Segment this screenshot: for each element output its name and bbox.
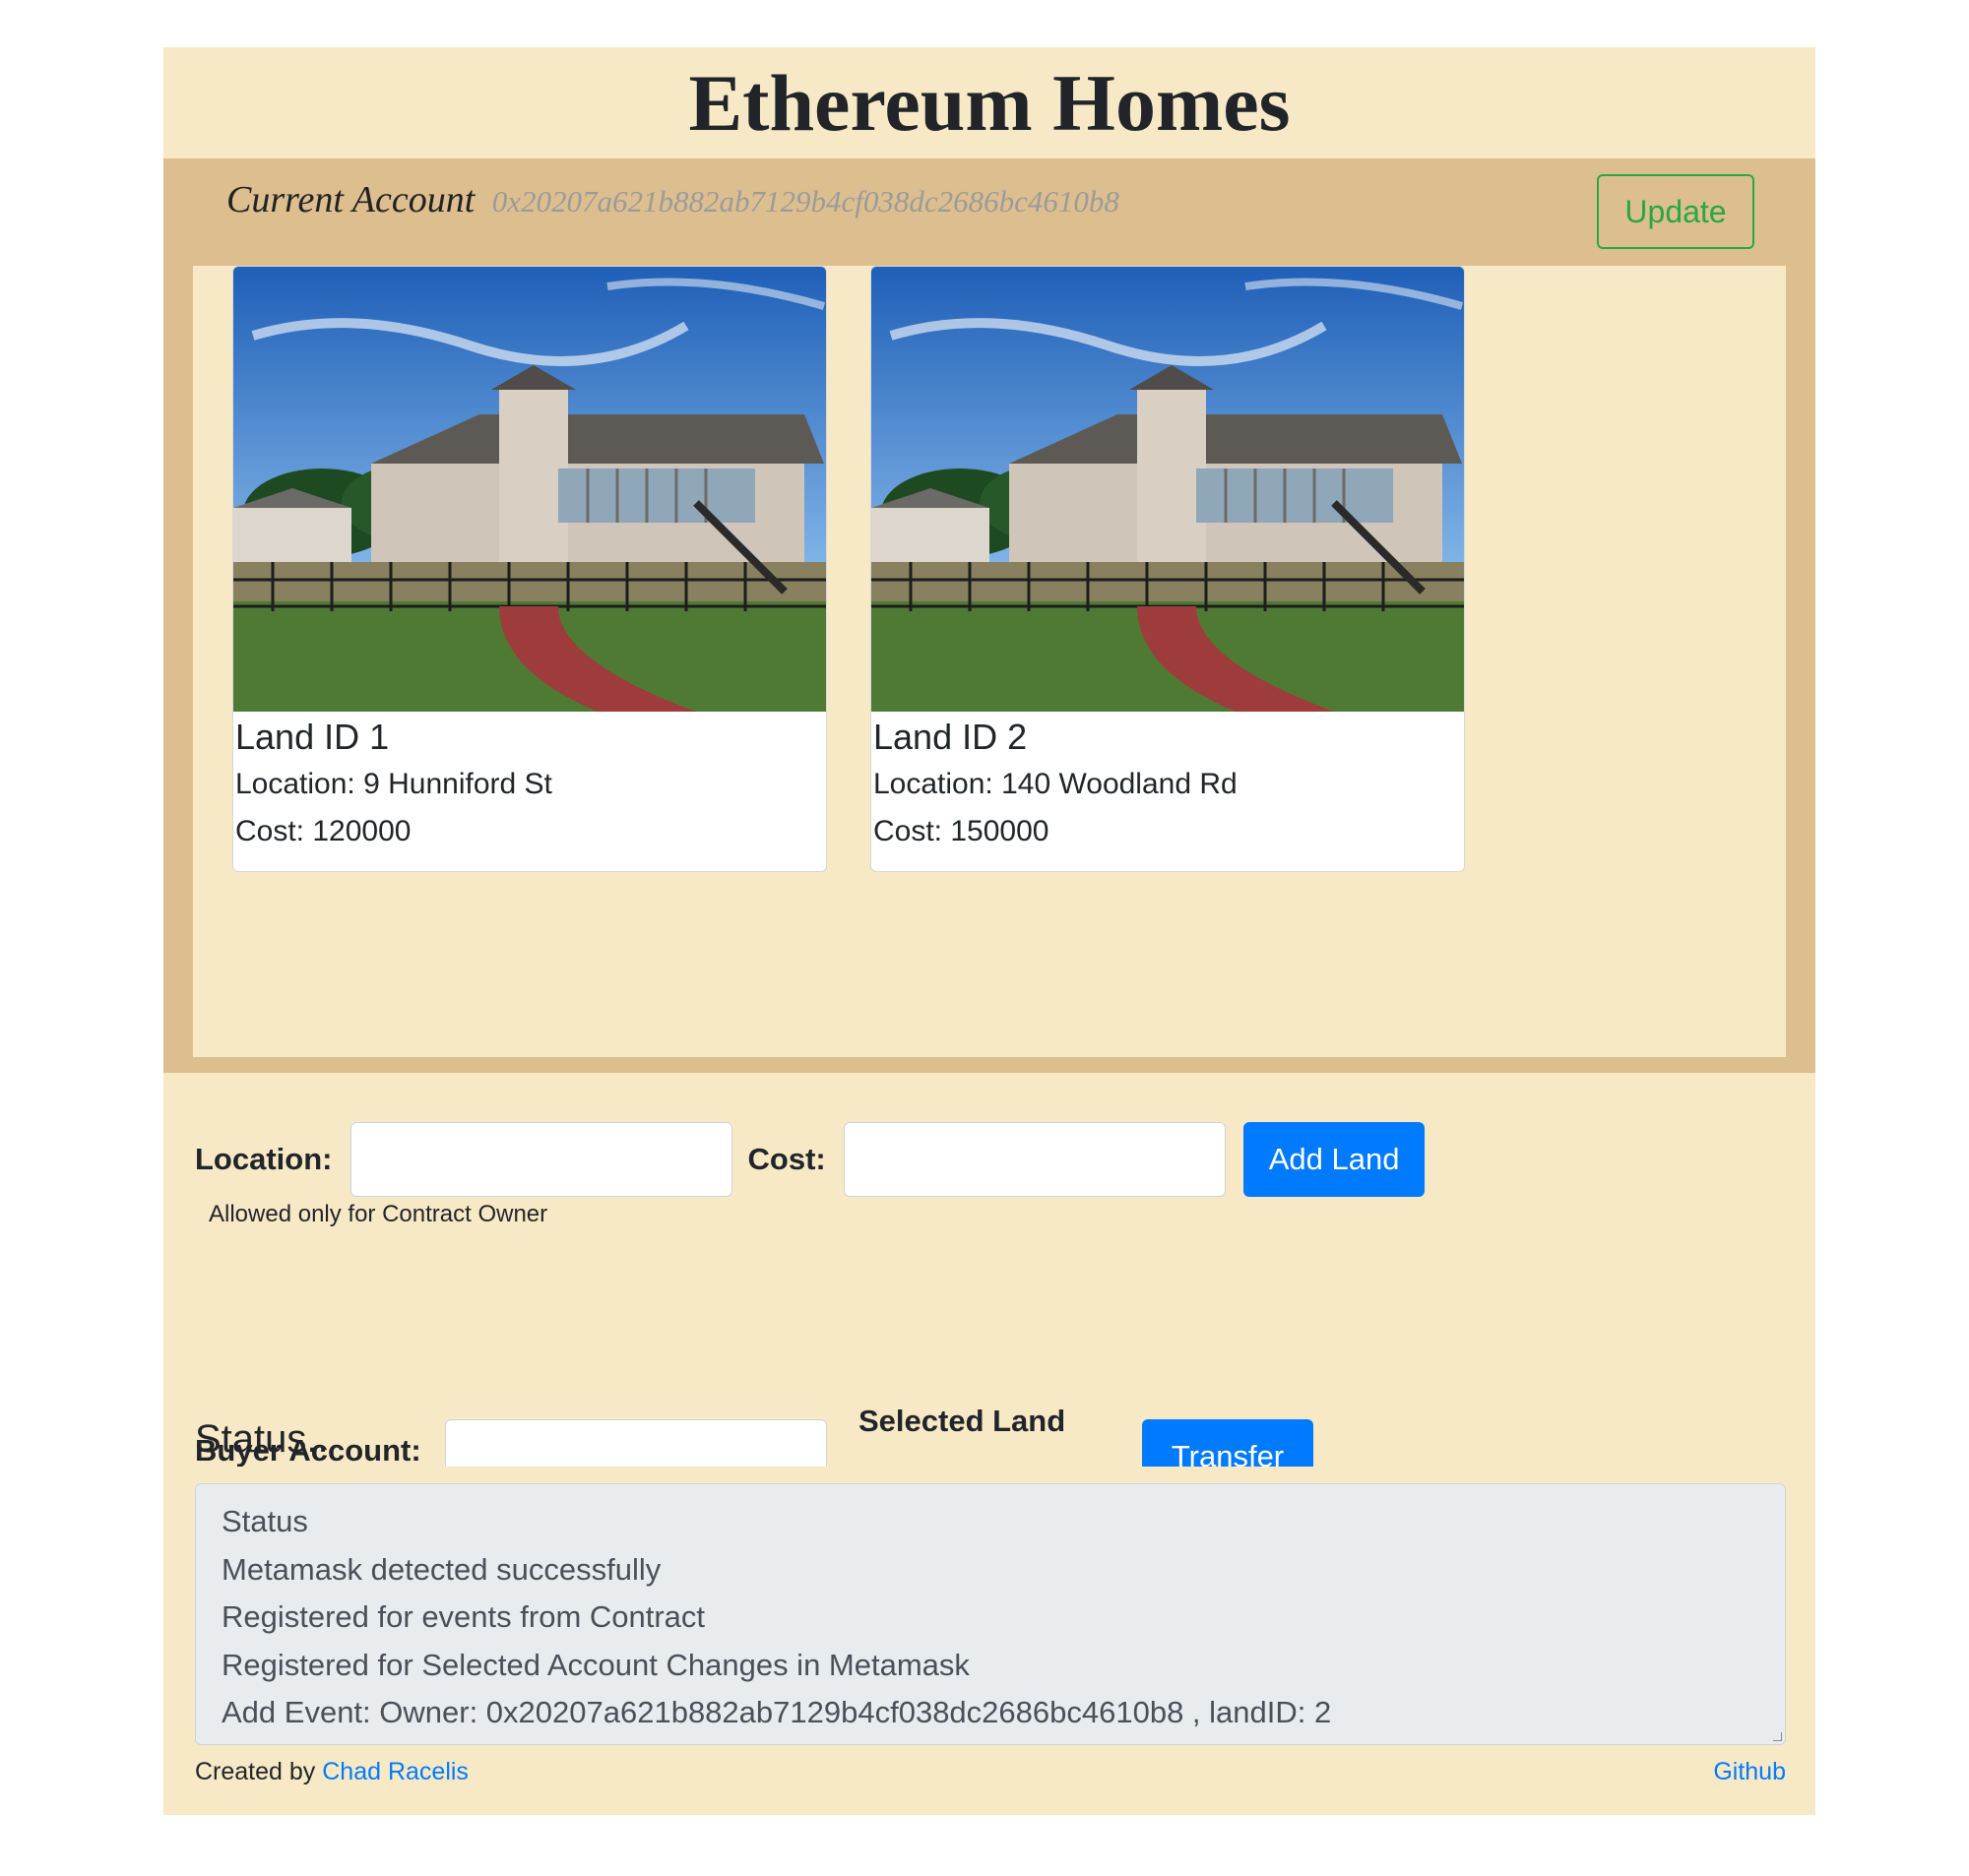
update-button[interactable]: Update [1597, 174, 1754, 249]
owner-only-hint: Allowed only for Contract Owner [209, 1201, 548, 1227]
cost-input[interactable] [843, 1122, 1226, 1197]
house-photo [871, 267, 1464, 712]
land-cost: Cost: 150000 [873, 815, 1049, 847]
status-log[interactable]: Status Metamask detected successfully Re… [195, 1483, 1786, 1745]
house-photo [233, 267, 826, 712]
current-account-address: 0x20207a621b882ab7129b4cf038dc2686bc4610… [491, 184, 1119, 219]
title-bar: Ethereum Homes [163, 47, 1815, 158]
land-location: Location: 9 Hunniford St [235, 768, 552, 800]
buyer-account-input[interactable] [445, 1419, 827, 1467]
location-input[interactable] [349, 1122, 732, 1197]
land-title: Land ID 2 [873, 717, 1028, 757]
github-link[interactable]: Github [1713, 1758, 1786, 1786]
transfer-button[interactable]: Transfer [1142, 1419, 1313, 1467]
transfer-form: Buyer Account: Selected Land Transfer [163, 1362, 1815, 1467]
land-title: Land ID 1 [235, 717, 390, 757]
cost-label: Cost: [747, 1142, 826, 1176]
lands-list: Land ID 1 Location: 9 Hunniford St Cost:… [193, 266, 1786, 1057]
status-line: Metamask detected successfully [222, 1551, 662, 1587]
footer: Created by Chad Racelis Github [195, 1758, 1786, 1786]
land-card[interactable]: Land ID 1 Location: 9 Hunniford St Cost:… [232, 266, 827, 872]
account-panel: Current Account 0x20207a621b882ab7129b4c… [163, 158, 1815, 1073]
land-card[interactable]: Land ID 2 Location: 140 Woodland Rd Cost… [870, 266, 1465, 872]
created-by-text: Created by [195, 1758, 316, 1785]
author-link[interactable]: Chad Racelis [322, 1758, 469, 1785]
status-line: Add Event: Owner: 0x20207a621b882ab7129b… [222, 1695, 1332, 1729]
status-line: Registered for events from Contract [222, 1599, 706, 1634]
status-heading: Status.. [195, 1417, 329, 1461]
add-land-button[interactable]: Add Land [1242, 1122, 1426, 1197]
current-account-label: Current Account [226, 179, 476, 220]
add-land-form: Location: Cost: Add Land [195, 1122, 1426, 1197]
status-line: Registered for Selected Account Changes … [222, 1647, 970, 1682]
app-container: Ethereum Homes Current Account 0x20207a6… [163, 47, 1815, 1815]
status-line: Status [222, 1504, 308, 1538]
land-location: Location: 140 Woodland Rd [873, 768, 1238, 800]
current-account: Current Account 0x20207a621b882ab7129b4c… [226, 178, 1119, 221]
land-cost: Cost: 120000 [235, 815, 412, 847]
page-title: Ethereum Homes [688, 58, 1291, 148]
location-label: Location: [195, 1142, 333, 1176]
resize-handle[interactable] [1773, 1732, 1782, 1741]
selected-land-label: Selected Land [858, 1404, 1066, 1438]
